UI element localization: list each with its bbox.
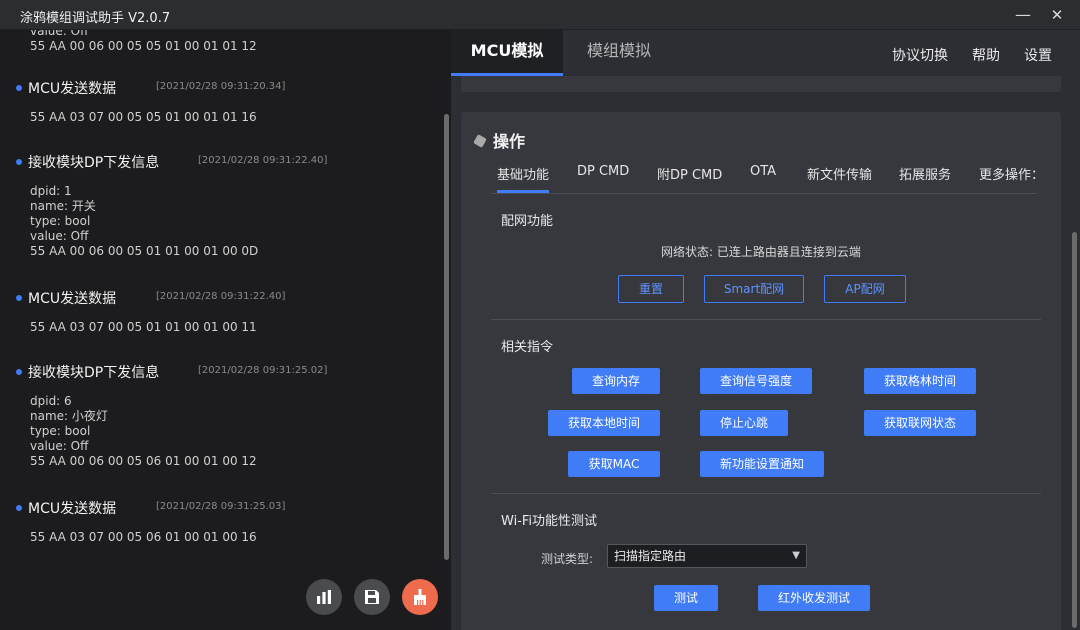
subtab-attached-dp-cmd[interactable]: 附DP CMD xyxy=(657,164,722,193)
subtab-dp-cmd[interactable]: DP CMD xyxy=(577,164,629,193)
minimize-icon[interactable]: — xyxy=(1012,4,1034,26)
subtab-new-file-transfer[interactable]: 新文件传输 xyxy=(807,164,872,193)
log-entry-timestamp: [2021/02/28 09:31:25.03] xyxy=(156,501,286,512)
bar-chart-icon xyxy=(317,590,331,604)
operations-title: 操作 xyxy=(473,128,525,152)
get-local-time-button[interactable]: 获取本地时间 xyxy=(548,410,660,436)
log-line: name: 开关 xyxy=(30,199,96,213)
log-line: 55 AA 03 07 00 05 01 01 00 01 00 11 xyxy=(30,320,257,334)
settings-link[interactable]: 设置 xyxy=(1024,45,1052,65)
log-entry-title: MCU发送数据 xyxy=(28,501,117,517)
log-line: dpid: 1 xyxy=(30,184,72,198)
network-status: 网络状态: 已连上路由器且连接到云端 xyxy=(661,243,861,260)
subtab-more-operations[interactable]: 更多操作： xyxy=(979,164,1037,193)
test-type-label: 测试类型: xyxy=(541,552,594,566)
get-gmt-time-button[interactable]: 获取格林时间 xyxy=(864,368,976,394)
ap-config-button[interactable]: AP配网 xyxy=(824,275,906,303)
reset-button[interactable]: 重置 xyxy=(618,275,684,303)
subtab-ota[interactable]: OTA xyxy=(750,164,776,193)
section-divider xyxy=(491,319,1041,320)
query-signal-button[interactable]: 查询信号强度 xyxy=(700,368,812,394)
log-entry-timestamp: [2021/02/28 09:31:20.34] xyxy=(156,81,286,92)
smart-config-button[interactable]: Smart配网 xyxy=(704,275,804,303)
log-entry-timestamp: [2021/02/28 09:31:22.40] xyxy=(156,291,286,302)
log-entry-title: MCU发送数据 xyxy=(28,81,117,97)
bullet-icon xyxy=(16,295,22,301)
log-entry-title: MCU发送数据 xyxy=(28,291,117,307)
log-line: value: Off xyxy=(30,229,89,243)
bullet-icon xyxy=(16,159,22,165)
chevron-down-icon: ▼ xyxy=(792,550,800,561)
log-line: value: Off xyxy=(30,439,89,453)
protocol-switch-link[interactable]: 协议切换 xyxy=(892,45,948,65)
save-icon xyxy=(365,590,379,604)
tab-mcu-simulation[interactable]: MCU模拟 xyxy=(451,30,563,76)
section-divider xyxy=(491,493,1041,494)
log-line: 55 AA 03 07 00 05 05 01 00 01 01 16 xyxy=(30,110,257,124)
close-icon[interactable]: ✕ xyxy=(1046,4,1068,26)
top-navigation: MCU模拟 模组模拟 协议切换 帮助 设置 xyxy=(451,30,1080,76)
log-line: type: bool xyxy=(30,214,91,228)
log-panel[interactable]: value: Off 55 AA 00 06 00 05 05 01 00 01… xyxy=(0,30,451,630)
stop-heartbeat-button[interactable]: 停止心跳 xyxy=(700,410,788,436)
wifi-test-label: Wi-Fi功能性测试 xyxy=(501,514,598,529)
log-entry-title: 接收模块DP下发信息 xyxy=(28,365,160,381)
subtab-extended-services[interactable]: 拓展服务 xyxy=(899,164,951,193)
title-bar: 涂鸦模组调试助手 V2.0.7 — ✕ xyxy=(0,0,1080,30)
network-status-value: 已连上路由器且连接到云端 xyxy=(716,245,861,259)
test-type-value: 扫描指定路由 xyxy=(614,549,687,563)
test-type-select[interactable]: 扫描指定路由 ▼ xyxy=(607,544,807,568)
main-scrollbar[interactable] xyxy=(1072,232,1077,628)
bullet-icon xyxy=(16,85,22,91)
help-link[interactable]: 帮助 xyxy=(972,45,1000,65)
clear-log-button[interactable] xyxy=(402,579,438,615)
hexagon-icon xyxy=(473,134,487,148)
subtab-basic-functions[interactable]: 基础功能 xyxy=(497,164,550,193)
broom-icon xyxy=(414,589,426,605)
new-feature-notify-button[interactable]: 新功能设置通知 xyxy=(700,451,824,477)
log-entry-timestamp: [2021/02/28 09:31:22.40] xyxy=(198,155,328,166)
chart-button[interactable] xyxy=(306,579,342,615)
bullet-icon xyxy=(16,369,22,375)
log-line: value: Off xyxy=(30,30,89,38)
log-line: 55 AA 00 06 00 05 01 01 00 01 00 0D xyxy=(30,244,259,258)
log-entry-title: 接收模块DP下发信息 xyxy=(28,155,160,171)
operations-card: 操作 基础功能 DP CMD 附DP CMD OTA 新文件传输 拓展服务 更多… xyxy=(461,112,1061,630)
get-network-status-button[interactable]: 获取联网状态 xyxy=(864,410,976,436)
tab-module-simulation[interactable]: 模组模拟 xyxy=(563,30,675,76)
log-line: name: 小夜灯 xyxy=(30,409,108,423)
log-line: dpid: 6 xyxy=(30,394,72,408)
previous-card-bottom xyxy=(461,76,1061,92)
network-status-label: 网络状态: xyxy=(661,245,714,259)
query-memory-button[interactable]: 查询内存 xyxy=(572,368,660,394)
log-scrollbar[interactable] xyxy=(444,114,449,560)
log-line: type: bool xyxy=(30,424,91,438)
commands-label: 相关指令 xyxy=(501,340,554,355)
log-line: 55 AA 00 06 00 05 06 01 00 01 00 12 xyxy=(30,454,257,468)
main-panel: MCU模拟 模组模拟 协议切换 帮助 设置 操作 基础功能 DP CMD 附DP… xyxy=(451,30,1080,630)
log-line: 55 AA 03 07 00 05 06 01 00 01 00 16 xyxy=(30,530,257,544)
save-button[interactable] xyxy=(354,579,390,615)
network-config-label: 配网功能 xyxy=(501,214,554,229)
log-entry-timestamp: [2021/02/28 09:31:25.02] xyxy=(198,365,328,376)
log-line: 55 AA 00 06 00 05 05 01 00 01 01 12 xyxy=(30,39,257,53)
operation-subtabs: 基础功能 DP CMD 附DP CMD OTA 新文件传输 拓展服务 更多操作： xyxy=(491,164,1037,194)
test-button[interactable]: 测试 xyxy=(654,585,718,611)
window-title: 涂鸦模组调试助手 V2.0.7 xyxy=(20,11,171,26)
ir-test-button[interactable]: 红外收发测试 xyxy=(758,585,870,611)
bullet-icon xyxy=(16,505,22,511)
get-mac-button[interactable]: 获取MAC xyxy=(568,451,660,477)
